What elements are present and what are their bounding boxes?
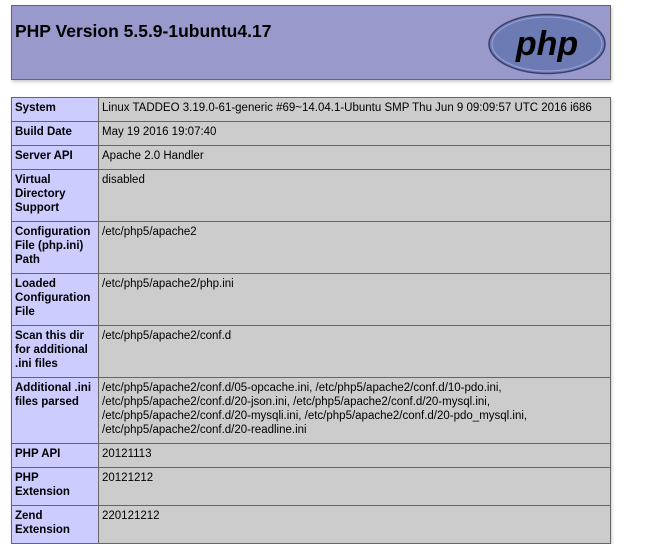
row-value: /etc/php5/apache2/conf.d/05-opcache.ini,…	[98, 377, 611, 444]
row-key: Virtual Directory Support	[11, 169, 99, 222]
row-key: Server API	[11, 145, 99, 170]
table-row: Scan this dir for additional .ini files /…	[11, 325, 611, 378]
row-key: Additional .ini files parsed	[11, 377, 99, 444]
page-title: PHP Version 5.5.9-1ubuntu4.17	[15, 21, 272, 41]
table-row: Zend Extension 220121212	[11, 505, 611, 544]
row-key: Configuration File (php.ini) Path	[11, 221, 99, 274]
php-header: PHP Version 5.5.9-1ubuntu4.17 php	[11, 5, 611, 80]
row-key: Zend Extension	[11, 505, 99, 544]
row-value: /etc/php5/apache2/php.ini	[98, 273, 611, 326]
row-value: /etc/php5/apache2/conf.d	[98, 325, 611, 378]
table-row: System Linux TADDEO 3.19.0-61-generic #69…	[11, 97, 611, 122]
row-value: Linux TADDEO 3.19.0-61-generic #69~14.04…	[98, 97, 611, 122]
row-key: System	[11, 97, 99, 122]
table-row: Additional .ini files parsed/etc/php5/ap…	[11, 377, 611, 444]
table-row: Configuration File (php.ini) Path/etc/ph…	[11, 221, 611, 274]
row-value: 20121113	[98, 443, 611, 468]
row-value: 20121212	[98, 467, 611, 506]
table-row: Build Date May 19 2016 19:07:40	[11, 121, 611, 146]
table-row: Server API Apache 2.0 Handler	[11, 145, 611, 170]
row-value: May 19 2016 19:07:40	[98, 121, 611, 146]
row-key: Loaded Configuration File	[11, 273, 99, 326]
table-row: PHP Extension 20121212	[11, 467, 611, 506]
table-row: Loaded Configuration File/etc/php5/apach…	[11, 273, 611, 326]
table-row: Virtual Directory Support disabled	[11, 169, 611, 222]
table-row: PHP API 20121113	[11, 443, 611, 468]
row-key: PHP Extension	[11, 467, 99, 506]
php-logo-icon: php	[488, 13, 606, 75]
row-key: Build Date	[11, 121, 99, 146]
row-value: 220121212	[98, 505, 611, 544]
php-info-table: System Linux TADDEO 3.19.0-61-generic #69…	[11, 97, 611, 544]
row-value: Apache 2.0 Handler	[98, 145, 611, 170]
php-logo-text: php	[515, 25, 578, 63]
row-value: disabled	[98, 169, 611, 222]
row-value: /etc/php5/apache2	[98, 221, 611, 274]
row-key: Scan this dir for additional .ini files	[11, 325, 99, 378]
row-key: PHP API	[11, 443, 99, 468]
